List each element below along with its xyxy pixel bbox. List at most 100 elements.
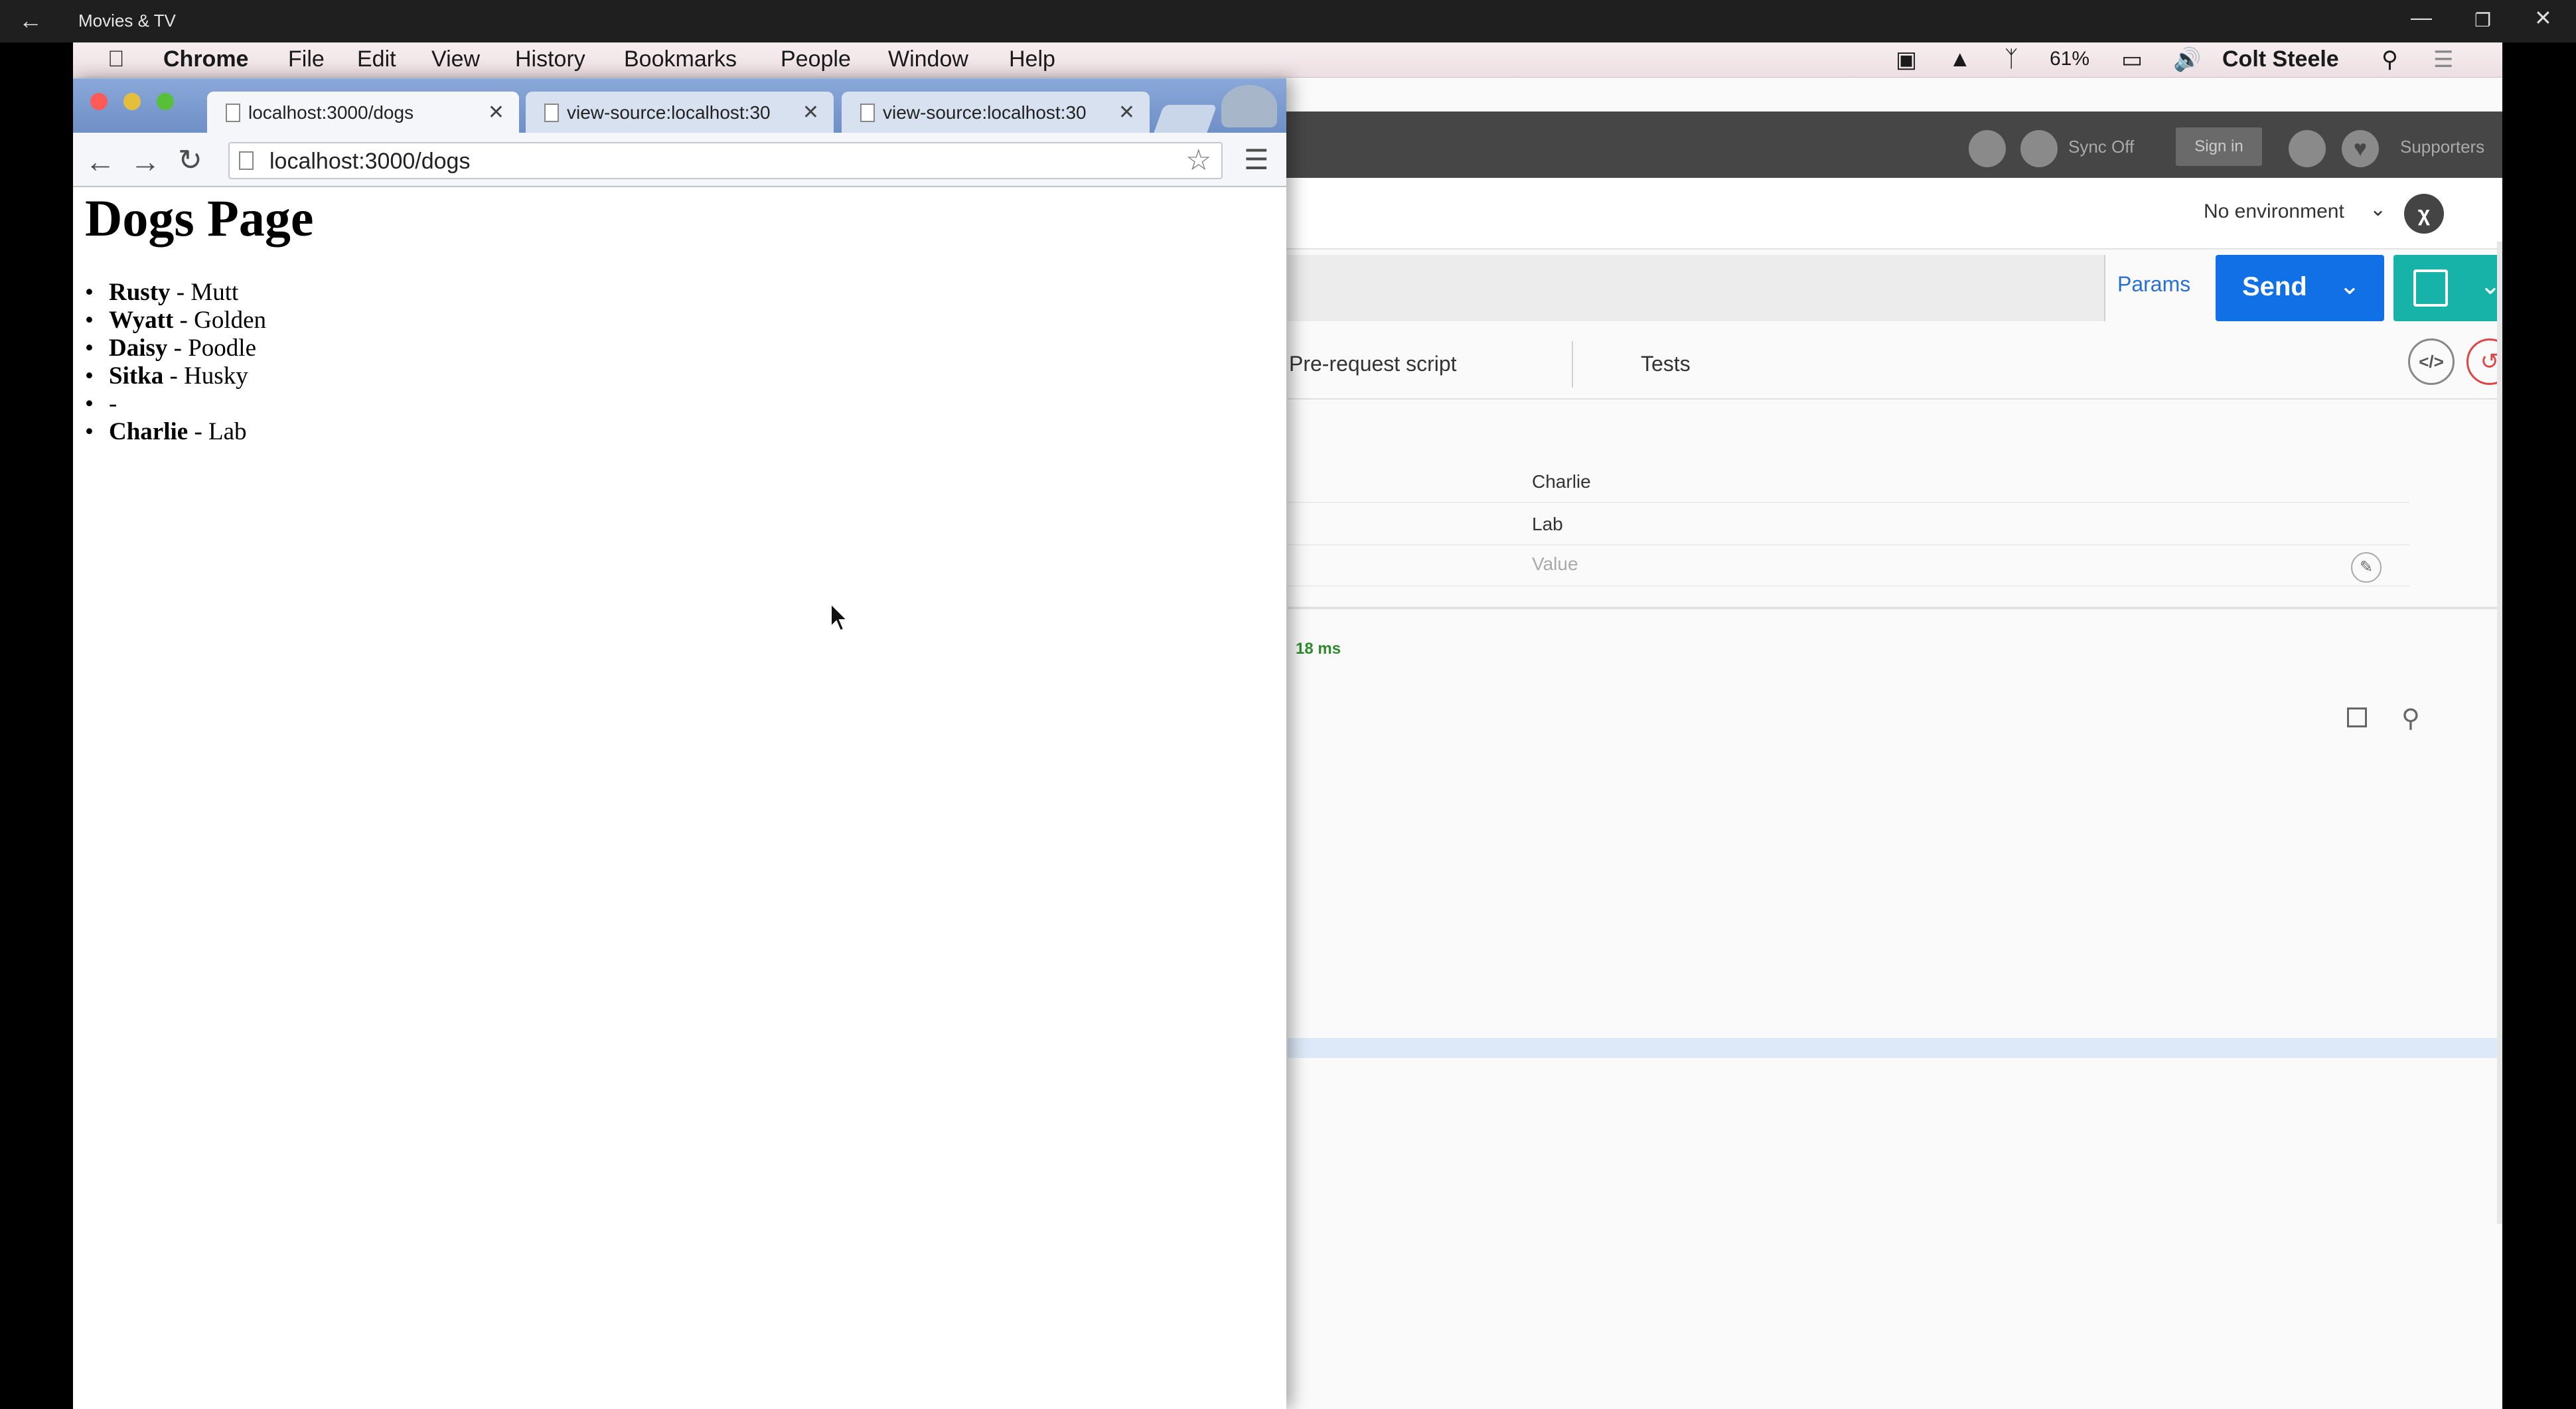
code-snippet-icon[interactable]: </> [2408, 338, 2455, 385]
form-value-breed[interactable]: Lab [1532, 514, 1563, 535]
menu-history[interactable]: History [515, 46, 585, 72]
supporters-link[interactable]: Supporters [2400, 137, 2484, 157]
bookmark-star-icon[interactable]: ☆ [1185, 143, 1211, 177]
page-icon [226, 104, 240, 122]
tab-view-source-2[interactable]: view-source:localhost:30 ✕ [842, 92, 1150, 133]
dog-name: Rusty [109, 279, 171, 306]
bluetooth-icon[interactable]: ᛉ [2005, 46, 2018, 72]
menu-people[interactable]: People [781, 46, 851, 72]
list-item: Sitka - Husky [85, 362, 266, 390]
new-tab-button[interactable] [1154, 105, 1217, 133]
menu-bookmarks[interactable]: Bookmarks [624, 46, 737, 72]
dog-breed: - Lab [194, 418, 247, 445]
heart-icon[interactable]: ♥ [2342, 130, 2379, 167]
bulk-edit-pencil-icon[interactable]: ✎ [2351, 552, 2382, 583]
back-icon[interactable]: ← [85, 143, 115, 179]
list-item: - [85, 390, 266, 418]
save-button[interactable]: ⌄ [2393, 255, 2502, 321]
list-item: Daisy - Poodle [85, 334, 266, 362]
tab-pre-request-script[interactable]: Pre-request script [1289, 352, 1457, 376]
chevron-down-icon[interactable]: ⌄ [2370, 198, 2386, 221]
notification-list-icon[interactable]: ☰ [2433, 46, 2453, 73]
send-dropdown-icon[interactable]: ⌄ [2339, 271, 2360, 301]
interceptor-icon[interactable] [1969, 130, 2006, 167]
settings-wrench-icon[interactable] [2289, 130, 2326, 167]
tab-label: localhost:3000/dogs [248, 102, 414, 123]
apple-icon[interactable]:  [108, 46, 125, 72]
search-icon[interactable]: ⚲ [2401, 704, 2420, 733]
response-highlight-bar [1288, 1038, 2502, 1058]
close-window-button[interactable] [90, 93, 108, 110]
row-divider [1288, 544, 2409, 546]
value-placeholder[interactable]: Value [1532, 554, 1578, 575]
list-item: Charlie - Lab [85, 418, 266, 446]
copy-icon[interactable] [2347, 707, 2367, 727]
list-item: Wyatt - Golden [85, 307, 266, 334]
minimize-window-button[interactable] [123, 93, 141, 110]
tab-label: view-source:localhost:30 [883, 102, 1087, 123]
spotlight-search-icon[interactable]: ⚲ [2382, 46, 2398, 73]
params-button[interactable]: Params [2117, 272, 2190, 297]
form-value-name[interactable]: Charlie [1532, 471, 1591, 492]
scrollbar[interactable] [2497, 242, 2502, 1224]
dog-breed: - Poodle [173, 334, 257, 362]
dog-breed: - Mutt [176, 279, 239, 306]
sign-in-button[interactable]: Sign in [2176, 127, 2262, 166]
close-tab-icon[interactable]: ✕ [802, 101, 819, 124]
dog-breed: - [109, 390, 117, 417]
menu-file[interactable]: File [288, 46, 325, 72]
menu-view[interactable]: View [431, 46, 480, 72]
menu-chrome[interactable]: Chrome [163, 46, 248, 72]
list-item: Rusty - Mutt [85, 279, 266, 307]
menu-hamburger-icon[interactable]: ☰ [1244, 143, 1269, 176]
dog-name: Daisy [109, 334, 168, 362]
reload-icon[interactable]: ↻ [178, 143, 202, 177]
menu-window[interactable]: Window [888, 46, 968, 72]
request-url-field[interactable] [1288, 255, 2104, 321]
dog-name: Charlie [109, 418, 189, 445]
url-text[interactable]: localhost:3000/dogs [269, 149, 470, 175]
window-titlebar: ← Movies & TV — ❐ ✕ [0, 0, 2576, 42]
back-arrow-icon[interactable]: ← [19, 7, 42, 35]
divider [1288, 398, 2502, 400]
zoom-window-button[interactable] [157, 93, 174, 110]
response-time: 18 ms [1296, 640, 1341, 658]
airplay-icon[interactable]: ▲ [1949, 46, 1971, 72]
page-icon [239, 151, 254, 170]
volume-icon[interactable]: 🔊 [2173, 46, 2201, 73]
restore-icon[interactable]: ❐ [2474, 9, 2491, 31]
send-button[interactable]: Send ⌄ [2216, 255, 2384, 321]
user-name[interactable]: Colt Steele [2222, 46, 2339, 72]
mac-menubar:  Chrome File Edit View History Bookmark… [73, 42, 2502, 78]
mouse-cursor-icon [830, 603, 849, 632]
menu-help[interactable]: Help [1009, 46, 1055, 72]
tab-tests[interactable]: Tests [1641, 352, 1691, 376]
minimize-icon[interactable]: — [2411, 5, 2432, 30]
environment-quicklook-icon[interactable]: χ [2404, 194, 2444, 234]
close-tab-icon[interactable]: ✕ [1118, 101, 1135, 124]
page-content: Dogs Page Rusty - Mutt Wyatt - Golden Da… [73, 187, 1286, 1408]
address-bar[interactable]: localhost:3000/dogs ☆ [228, 142, 1223, 179]
close-tab-icon[interactable]: ✕ [488, 101, 504, 124]
menu-edit[interactable]: Edit [357, 46, 396, 72]
video-frame:  Chrome File Edit View History Bookmark… [73, 42, 2502, 1409]
tab-strip: localhost:3000/dogs ✕ view-source:localh… [73, 78, 1286, 133]
chrome-window: localhost:3000/dogs ✕ view-source:localh… [73, 78, 1286, 1409]
forward-icon[interactable]: → [130, 143, 161, 179]
battery-icon[interactable]: ▭ [2121, 46, 2143, 73]
page-icon [544, 104, 559, 122]
sync-icon[interactable] [2020, 130, 2058, 167]
dog-breed: - Husky [169, 362, 248, 390]
tab-view-source-1[interactable]: view-source:localhost:30 ✕ [526, 92, 834, 133]
page-icon [860, 104, 875, 122]
close-icon[interactable]: ✕ [2534, 5, 2552, 31]
dog-name: Wyatt [109, 307, 174, 334]
section-divider [1288, 607, 2502, 609]
screen-record-icon[interactable]: ▣ [1896, 46, 1917, 73]
tab-localhost-dogs[interactable]: localhost:3000/dogs ✕ [207, 92, 519, 133]
divider [2104, 255, 2105, 321]
save-icon [2413, 269, 2448, 307]
window-title: Movies & TV [78, 11, 176, 31]
environment-select[interactable]: No environment [2204, 200, 2344, 223]
row-divider [1288, 585, 2409, 587]
